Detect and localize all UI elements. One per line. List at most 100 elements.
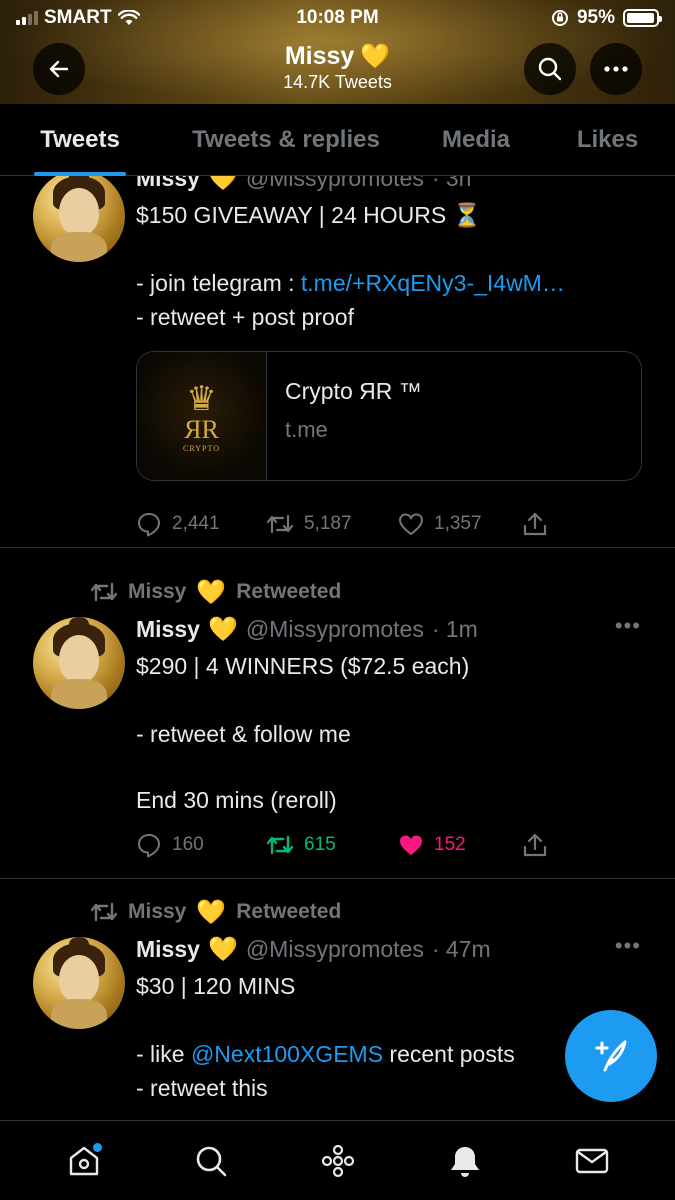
notification-dot bbox=[92, 1142, 102, 1152]
author-handle: @Missypromotes bbox=[245, 616, 424, 642]
status-bar: SMART 10:08 PM 95% bbox=[0, 0, 675, 36]
author-handle: @Missypromotes bbox=[245, 176, 424, 191]
tweet-text: $30 | 120 MINS bbox=[136, 973, 296, 999]
tweet-text: End 30 mins (reroll) bbox=[136, 787, 337, 813]
mention-link[interactable]: @Next100XGEMS bbox=[191, 1041, 383, 1067]
card-logo-subtext: CRYPTO bbox=[183, 443, 220, 453]
profile-tabs: Tweets Tweets & replies Media Likes bbox=[0, 104, 675, 176]
tweet-text: $150 GIVEAWAY | 24 HOURS ⏳ bbox=[136, 202, 482, 228]
yellow-heart-icon: 💛 bbox=[207, 176, 238, 192]
tweet-more-icon[interactable]: ••• bbox=[615, 176, 641, 184]
tweet[interactable]: Missy 💛 Retweeted Missy 💛 @Missypromotes… bbox=[0, 549, 675, 879]
reply-button[interactable]: 2,441 bbox=[136, 511, 266, 537]
nav-spaces[interactable] bbox=[308, 1131, 368, 1191]
retweet-icon bbox=[266, 514, 294, 534]
reply-icon bbox=[138, 834, 160, 858]
tab-media[interactable]: Media bbox=[412, 104, 540, 176]
retweet-icon bbox=[90, 582, 118, 602]
tab-tweets[interactable]: Tweets bbox=[0, 104, 160, 176]
retweeted-by-line: Missy 💛 Retweeted bbox=[90, 577, 341, 607]
tweet-text: - join telegram : t.me/+RXqENy3-_I4wM… bbox=[136, 270, 565, 296]
retweet-icon bbox=[266, 835, 294, 855]
retweet-button[interactable]: 615 bbox=[266, 833, 398, 857]
card-thumbnail: ♛ ЯR CRYPTO bbox=[137, 352, 267, 480]
bottom-navigation bbox=[0, 1120, 675, 1200]
reply-button[interactable]: 160 bbox=[136, 832, 266, 858]
tweet-text: $290 | 4 WINNERS ($72.5 each) bbox=[136, 653, 470, 679]
tweet-actions: 2,441 5,187 1,357 bbox=[136, 506, 576, 542]
tweet-header: Missy 💛 @Missypromotes · 47m bbox=[136, 935, 491, 964]
share-button[interactable] bbox=[522, 832, 562, 858]
tab-likes[interactable]: Likes bbox=[540, 104, 675, 176]
messages-icon bbox=[575, 1148, 608, 1173]
carrier-label: SMART bbox=[44, 7, 112, 28]
like-icon bbox=[400, 835, 422, 855]
yellow-heart-icon: 💛 bbox=[360, 43, 391, 70]
search-button[interactable] bbox=[524, 43, 576, 95]
tweet-time: · 47m bbox=[431, 936, 491, 962]
more-button[interactable] bbox=[590, 43, 642, 95]
tweet-header: Missy 💛 @Missypromotes · 3h bbox=[136, 176, 471, 193]
orientation-lock-icon bbox=[551, 10, 568, 26]
avatar[interactable] bbox=[33, 617, 125, 709]
tweet-text: - retweet this bbox=[136, 1075, 268, 1101]
compose-tweet-button[interactable] bbox=[565, 1010, 657, 1102]
retweeted-label: Retweeted bbox=[236, 900, 342, 923]
retweeter-name: Missy bbox=[128, 580, 187, 603]
nav-notifications[interactable] bbox=[435, 1131, 495, 1191]
profile-name: Missy bbox=[284, 42, 355, 70]
author-name[interactable]: Missy bbox=[136, 176, 200, 192]
spaces-icon bbox=[321, 1144, 354, 1177]
like-button[interactable]: 1,357 bbox=[398, 512, 522, 536]
avatar[interactable] bbox=[33, 937, 125, 1029]
tweet-feed: Missy 💛 @Missypromotes · 3h ••• $150 GIV… bbox=[0, 176, 675, 1120]
retweeted-label: Retweeted bbox=[236, 580, 342, 603]
more-icon bbox=[604, 66, 628, 72]
like-count: 1,357 bbox=[434, 513, 482, 534]
retweeter-name: Missy bbox=[128, 900, 187, 923]
avatar[interactable] bbox=[33, 176, 125, 262]
author-name[interactable]: Missy bbox=[136, 936, 200, 963]
author-name[interactable]: Missy bbox=[136, 616, 200, 643]
tweet-header: Missy 💛 @Missypromotes · 1m bbox=[136, 615, 478, 644]
retweet-count: 615 bbox=[304, 834, 336, 855]
tweet-time: · 3h bbox=[431, 176, 472, 191]
tweet-time: · 1m bbox=[431, 616, 478, 642]
retweet-button[interactable]: 5,187 bbox=[266, 512, 398, 536]
reply-count: 160 bbox=[172, 834, 204, 855]
share-icon bbox=[523, 512, 547, 536]
tweet-text: - retweet & follow me bbox=[136, 721, 351, 747]
battery-percent: 95% bbox=[576, 7, 615, 28]
notifications-icon bbox=[450, 1146, 479, 1177]
like-icon bbox=[398, 513, 424, 536]
like-button[interactable]: 152 bbox=[398, 833, 522, 857]
crown-icon: ♛ bbox=[186, 379, 217, 418]
share-button[interactable] bbox=[522, 511, 562, 537]
explore-icon bbox=[196, 1146, 226, 1176]
tweet-more-icon[interactable]: ••• bbox=[615, 933, 641, 959]
hourglass-icon: ⏳ bbox=[452, 202, 482, 228]
card-domain: t.me bbox=[285, 417, 328, 442]
reply-icon bbox=[138, 513, 160, 537]
nav-home[interactable] bbox=[54, 1131, 114, 1191]
tweet-more-icon[interactable]: ••• bbox=[615, 613, 641, 639]
like-count: 152 bbox=[434, 834, 466, 855]
tweet[interactable]: Missy 💛 @Missypromotes · 3h ••• $150 GIV… bbox=[0, 176, 675, 548]
yellow-heart-icon: 💛 bbox=[207, 936, 238, 963]
compose-icon bbox=[595, 1040, 627, 1072]
share-icon bbox=[523, 833, 547, 857]
retweeted-by-line: Missy 💛 Retweeted bbox=[90, 897, 341, 927]
tweet-text: - like @Next100XGEMS recent posts bbox=[136, 1041, 515, 1067]
yellow-heart-icon: 💛 bbox=[196, 578, 227, 606]
card-title: Crypto ЯR ™ bbox=[285, 378, 422, 404]
link-card[interactable]: ♛ ЯR CRYPTO Crypto ЯR ™ t.me bbox=[136, 351, 642, 481]
tab-tweets-and-replies[interactable]: Tweets & replies bbox=[160, 104, 412, 176]
telegram-link[interactable]: t.me/+RXqENy3-_I4wM… bbox=[301, 270, 565, 296]
nav-explore[interactable] bbox=[181, 1131, 241, 1191]
nav-messages[interactable] bbox=[562, 1131, 622, 1191]
tweet-actions: 160 615 152 bbox=[136, 827, 576, 863]
search-icon bbox=[538, 57, 562, 81]
active-tab-indicator bbox=[34, 172, 126, 176]
author-handle: @Missypromotes bbox=[245, 936, 424, 962]
profile-topbar: Missy 💛 14.7K Tweets bbox=[0, 36, 675, 104]
